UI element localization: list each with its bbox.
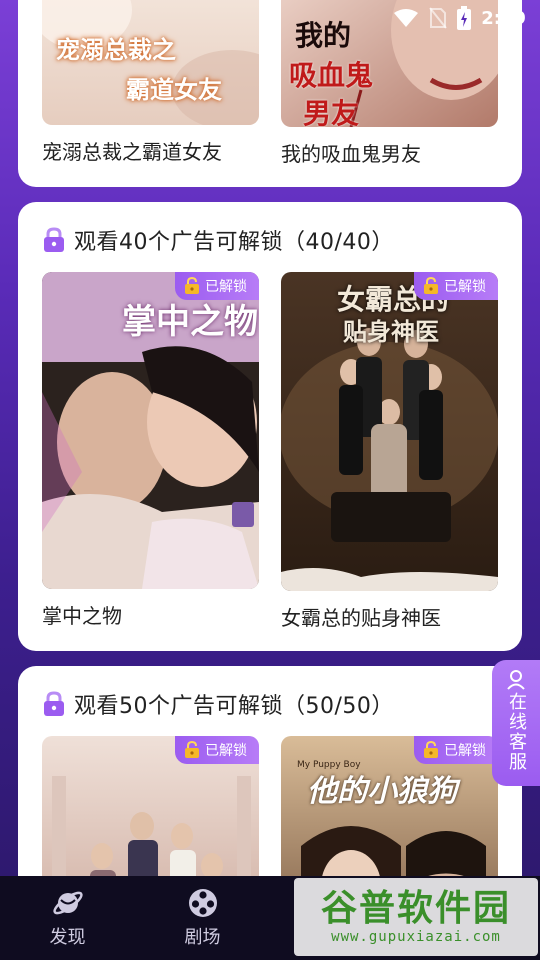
poster-art-title: 霸道女友 [126, 75, 222, 104]
drama-poster[interactable]: 掌中之物 已解锁 [42, 272, 259, 589]
unlocked-badge: 已解锁 [175, 272, 259, 300]
nav-tab-label: 剧场 [184, 927, 221, 948]
unlocked-badge: 已解锁 [175, 736, 259, 764]
status-icons: 2:29 [393, 6, 526, 30]
planet-icon [52, 891, 83, 915]
nav-tab-label: 发现 [49, 927, 86, 948]
watermark-name: 谷普软件园 [320, 888, 511, 929]
poster-art-title: 掌中之物 [122, 302, 258, 342]
poster-art-title: 他的小狼狗 [307, 774, 457, 809]
unlocked-badge: 已解锁 [414, 272, 498, 300]
site-watermark: 谷普软件园 www.gupuxiazai.com [294, 878, 538, 956]
nav-tab-theater[interactable]: 剧场 [135, 876, 270, 960]
lock-icon [44, 691, 64, 716]
poster-art-title: 男友 [303, 97, 360, 127]
drama-poster[interactable]: 女霸总的 贴身神医 已解锁 [281, 272, 498, 591]
unlocked-badge-label: 已解锁 [205, 743, 247, 759]
wifi-icon [393, 8, 419, 28]
status-time: 2:29 [481, 7, 526, 29]
unlocked-badge-label: 已解锁 [444, 743, 486, 759]
drama-title[interactable]: 我的吸血鬼男友 [281, 138, 421, 167]
headset-agent-icon [507, 670, 525, 690]
customer-service-label: 在线客服 [506, 692, 527, 772]
section-title: 观看40个广告可解锁（40/40） [74, 230, 394, 255]
unlocked-badge-label: 已解锁 [205, 279, 247, 295]
unlocked-badge-label: 已解锁 [444, 279, 486, 295]
battery-charging-icon [457, 6, 472, 30]
no-sim-icon [429, 7, 447, 29]
lock-icon [44, 227, 64, 252]
status-bar: 2:29 [0, 0, 540, 36]
unlock-badge-icon [424, 277, 438, 294]
film-reel-icon [188, 889, 217, 917]
unlock-badge-icon [185, 277, 199, 294]
unlocked-badge: 已解锁 [414, 736, 498, 764]
drama-title[interactable]: 掌中之物 [42, 600, 122, 629]
unlock-badge-icon [424, 741, 438, 758]
nav-tab-discover[interactable]: 发现 [0, 876, 135, 960]
customer-service-button[interactable]: 在线客服 [492, 660, 540, 786]
drama-title[interactable]: 宠溺总裁之霸道女友 [42, 136, 222, 165]
section-header: 观看40个广告可解锁（40/40） [42, 224, 394, 256]
unlock-badge-icon [185, 741, 199, 758]
section-header: 观看50个广告可解锁（50/50） [42, 688, 394, 720]
section-title: 观看50个广告可解锁（50/50） [74, 694, 394, 719]
drama-title[interactable]: 女霸总的贴身神医 [281, 602, 441, 631]
poster-art-title: 贴身神医 [343, 317, 439, 346]
watermark-url: www.gupuxiazai.com [331, 929, 501, 945]
poster-art-title: 吸血鬼 [289, 59, 374, 92]
unlock-section-card: 观看40个广告可解锁（40/40） 掌中之物 已解锁 掌中之物 女霸总的 贴身神… [18, 202, 522, 651]
